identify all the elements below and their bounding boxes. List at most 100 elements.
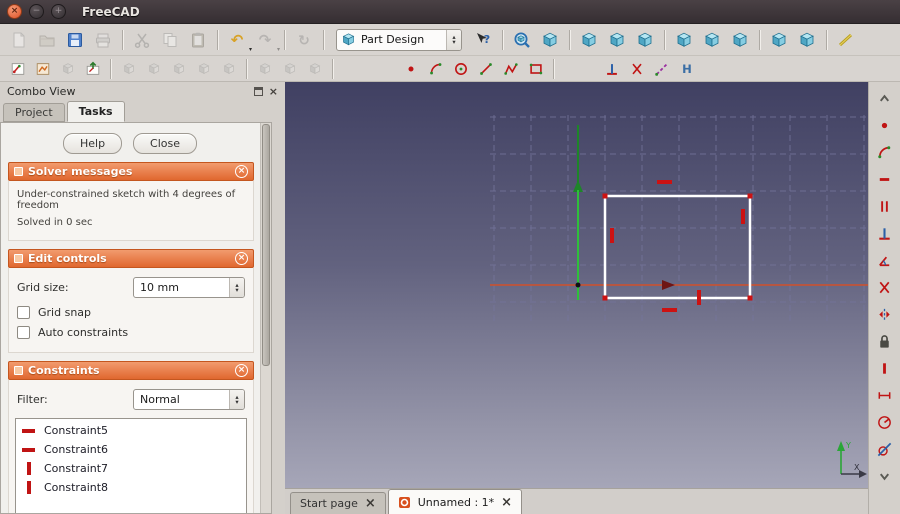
close-button[interactable]: Close (133, 133, 198, 154)
toolbar-separator (759, 29, 760, 50)
constrain-lock-button[interactable] (873, 330, 897, 354)
float-panel-icon[interactable] (253, 86, 263, 96)
svg-text:H: H (682, 62, 692, 76)
whats-this-button[interactable]: ? (470, 27, 496, 53)
dropdown-arrow-icon[interactable]: ▾ (277, 46, 280, 53)
tab-start-page[interactable]: Start page × (290, 492, 386, 514)
section-collapse-icon[interactable]: × (235, 364, 248, 377)
rear-view-button[interactable] (671, 27, 697, 53)
section-title: Solver messages (28, 165, 133, 178)
toolbar-separator (246, 58, 247, 79)
spinner-arrows-icon[interactable]: ▴ ▾ (229, 278, 244, 297)
create-polyline-button[interactable] (499, 58, 522, 80)
toolbar-separator (826, 29, 827, 50)
new-sketch-button[interactable] (6, 58, 29, 80)
scrollbar-thumb[interactable] (262, 124, 270, 366)
constraint-marks[interactable] (610, 180, 745, 312)
trim-edge-icon (629, 61, 645, 77)
grid-size-dropdown[interactable]: 10 mm ▴ ▾ (133, 277, 245, 298)
spinner-arrows-icon[interactable]: ▴ ▾ (229, 390, 244, 409)
edit-controls-header[interactable]: Edit controls × (8, 249, 254, 268)
rear-view-icon (675, 31, 693, 49)
filter-dropdown[interactable]: Normal ▴ ▾ (133, 389, 245, 410)
measure-distance-button[interactable] (833, 27, 859, 53)
create-rectangle-button[interactable] (524, 58, 547, 80)
constrain-parallel-button[interactable] (873, 195, 897, 219)
map-sketch-button (56, 58, 79, 80)
fit-all-button[interactable] (509, 27, 535, 53)
constraint-list-item[interactable]: Constraint8 (16, 478, 246, 497)
workbench-spinner[interactable]: ▴ ▾ (446, 29, 461, 50)
constrain-coincident-button[interactable] (873, 114, 897, 138)
help-button[interactable]: Help (62, 133, 123, 154)
front-view-button[interactable] (576, 27, 602, 53)
save-button[interactable] (62, 27, 88, 53)
bottom-view-button[interactable] (699, 27, 725, 53)
window-minimize-button[interactable]: − (29, 4, 44, 19)
dimetric-view-button[interactable] (766, 27, 792, 53)
construction-mode-button[interactable]: H (675, 58, 698, 80)
external-geometry-button[interactable] (650, 58, 673, 80)
constraints-header[interactable]: Constraints × (8, 361, 254, 380)
auto-constraints-checkbox[interactable] (17, 326, 30, 339)
doc-tab-label: Unnamed : 1* (417, 495, 495, 509)
constrain-symmetric-button[interactable] (873, 303, 897, 327)
undo-icon: ↶ (228, 31, 246, 49)
constrain-perpendicular-button[interactable] (873, 222, 897, 246)
create-point-button[interactable] (399, 58, 422, 80)
tab-unnamed-1[interactable]: Unnamed : 1* × (387, 489, 523, 514)
window-title: FreeCAD (82, 4, 140, 19)
axonometric-view-icon (541, 31, 559, 49)
section-collapse-icon[interactable]: × (235, 165, 248, 178)
constrain-coincident-icon (876, 117, 893, 134)
constrain-angle-button[interactable] (873, 249, 897, 273)
tab-project[interactable]: Project (3, 103, 65, 122)
create-circle-button[interactable] (449, 58, 472, 80)
sketch-rectangle[interactable] (603, 194, 752, 300)
create-arc-button[interactable] (873, 141, 897, 165)
svg-text:↶: ↶ (231, 31, 244, 49)
left-view-button[interactable] (727, 27, 753, 53)
scroll-down-button[interactable] (873, 465, 897, 489)
axonometric-view-button[interactable] (537, 27, 563, 53)
scroll-up-button[interactable] (873, 87, 897, 111)
origin-point[interactable] (575, 282, 581, 288)
constrain-horizontal-distance-button[interactable] (873, 384, 897, 408)
window-close-button[interactable]: × (7, 4, 22, 19)
solver-time: Solved in 0 sec (17, 217, 93, 228)
constrain-tangent-button[interactable] (873, 438, 897, 462)
pad-button (117, 58, 140, 80)
section-collapse-icon[interactable]: × (235, 252, 248, 265)
panel-scrollbar[interactable] (260, 123, 271, 513)
constrain-radius-button[interactable] (873, 411, 897, 435)
constraint-list-item[interactable]: Constraint5 (16, 421, 246, 440)
edit-sketch-button[interactable] (31, 58, 54, 80)
top-view-button[interactable] (604, 27, 630, 53)
workbench-selector[interactable]: Part Design ▴ ▾ (336, 28, 462, 51)
constrain-horizontal-button[interactable] (873, 168, 897, 192)
constraint-list-item[interactable]: Constraint6 (16, 440, 246, 459)
trim-edge-button[interactable] (873, 276, 897, 300)
toolbar-separator (323, 29, 324, 50)
close-tab-icon[interactable]: × (501, 496, 512, 509)
3d-viewport[interactable]: Y X (285, 82, 868, 488)
measure-distance-icon (837, 31, 855, 49)
window-maximize-button[interactable]: + (51, 4, 66, 19)
close-tab-icon[interactable]: × (365, 497, 376, 510)
constraint-list-item[interactable]: Constraint7 (16, 459, 246, 478)
tab-tasks[interactable]: Tasks (66, 101, 125, 122)
constrain-vertical-distance-button[interactable] (873, 357, 897, 381)
close-panel-icon[interactable]: × (269, 86, 278, 97)
trim-edge-button[interactable] (625, 58, 648, 80)
undo-button[interactable]: ↶ ▾ (224, 27, 252, 53)
right-view-button[interactable] (632, 27, 658, 53)
refresh-button: ↻ (291, 27, 317, 53)
whats-this-icon: ? (474, 31, 492, 49)
trimetric-view-button[interactable] (794, 27, 820, 53)
leave-sketch-button[interactable] (81, 58, 104, 80)
constrain-perpendicular-button[interactable] (600, 58, 623, 80)
grid-snap-checkbox[interactable] (17, 306, 30, 319)
create-arc-button[interactable] (424, 58, 447, 80)
create-line-button[interactable] (474, 58, 497, 80)
solver-messages-header[interactable]: Solver messages × (8, 162, 254, 181)
